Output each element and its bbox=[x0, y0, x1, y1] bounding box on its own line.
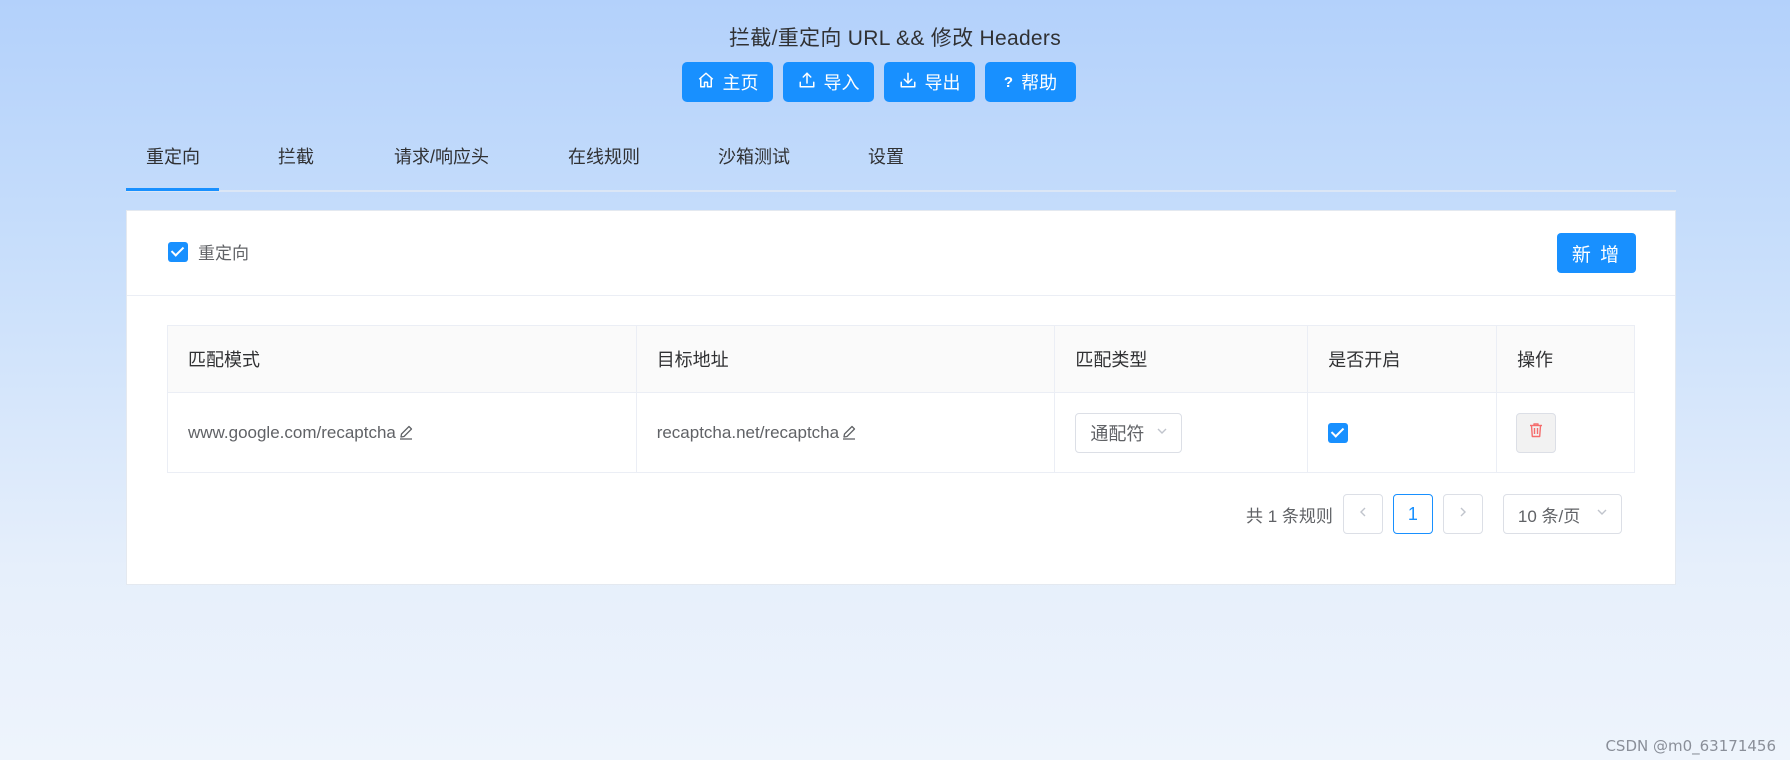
next-page-button[interactable] bbox=[1442, 494, 1483, 534]
tab-bar: 重定向 拦截 请求/响应头 在线规则 沙箱测试 设置 bbox=[126, 146, 1676, 192]
column-header-pattern: 匹配模式 bbox=[167, 325, 637, 393]
total-count: 共 1 条规则 bbox=[1246, 506, 1333, 526]
question-icon: ? bbox=[1003, 73, 1014, 91]
export-button[interactable]: 导出 bbox=[884, 62, 975, 102]
tab-block[interactable]: 拦截 bbox=[278, 146, 314, 190]
target-text: recaptcha.net/recaptcha bbox=[656, 422, 840, 442]
page-title: 拦截/重定向 URL && 修改 Headers bbox=[729, 27, 1061, 50]
chevron-left-icon bbox=[1357, 505, 1369, 523]
tab-settings[interactable]: 设置 bbox=[868, 146, 904, 190]
target-cell: recaptcha.net/recaptcha bbox=[635, 392, 1056, 473]
checkbox-checked-icon bbox=[168, 241, 188, 262]
chevron-down-icon bbox=[1595, 504, 1609, 524]
top-toolbar: 主页 导入 导出 ? 帮助 bbox=[682, 62, 1076, 102]
page-size-select[interactable]: 10 条/页 bbox=[1502, 494, 1622, 534]
home-button-label: 主页 bbox=[722, 73, 759, 93]
tab-sandbox[interactable]: 沙箱测试 bbox=[718, 146, 790, 190]
active-tab-indicator bbox=[126, 188, 219, 191]
enabled-cell bbox=[1307, 392, 1498, 473]
tab-online-rules[interactable]: 在线规则 bbox=[568, 146, 640, 190]
edit-target-icon[interactable] bbox=[841, 424, 857, 440]
pagination: 共 1 条规则 1 10 条/页 bbox=[1246, 494, 1622, 534]
match-type-cell: 通配符 bbox=[1054, 392, 1309, 473]
trash-icon bbox=[1528, 422, 1544, 443]
column-header-actions: 操作 bbox=[1496, 325, 1635, 393]
match-type-select[interactable]: 通配符 bbox=[1075, 412, 1183, 453]
home-icon bbox=[697, 71, 715, 94]
add-rule-button[interactable]: 新 增 bbox=[1557, 233, 1636, 273]
table-header-row: 匹配模式 目标地址 匹配类型 是否开启 操作 bbox=[167, 325, 1635, 393]
actions-cell bbox=[1496, 392, 1635, 473]
column-header-enabled: 是否开启 bbox=[1307, 325, 1498, 393]
delete-rule-button[interactable] bbox=[1516, 412, 1557, 453]
pattern-cell: www.google.com/recaptcha bbox=[167, 392, 637, 473]
tab-headers[interactable]: 请求/响应头 bbox=[394, 146, 489, 190]
export-button-label: 导出 bbox=[924, 73, 961, 93]
home-button[interactable]: 主页 bbox=[682, 62, 773, 102]
chevron-right-icon bbox=[1457, 505, 1469, 523]
redirect-enable-checkbox[interactable]: 重定向 bbox=[168, 239, 249, 264]
download-icon bbox=[899, 71, 917, 94]
redirect-enable-label: 重定向 bbox=[198, 244, 249, 263]
tab-redirect[interactable]: 重定向 bbox=[146, 146, 200, 190]
page-number-button[interactable]: 1 bbox=[1392, 494, 1433, 534]
upload-icon bbox=[798, 71, 816, 94]
watermark: CSDN @m0_63171456 bbox=[1605, 737, 1776, 755]
edit-pattern-icon[interactable] bbox=[398, 424, 414, 440]
page-size-value: 10 条/页 bbox=[1517, 506, 1581, 526]
import-button-label: 导入 bbox=[823, 73, 860, 93]
help-button-label: 帮助 bbox=[1021, 73, 1058, 93]
help-button[interactable]: ? 帮助 bbox=[985, 62, 1076, 102]
chevron-down-icon bbox=[1155, 422, 1169, 443]
column-header-match-type: 匹配类型 bbox=[1054, 325, 1309, 393]
rules-card: 重定向 新 增 匹配模式 目标地址 匹配类型 是否开启 操作 www.googl… bbox=[126, 210, 1676, 585]
card-header: 重定向 新 增 bbox=[127, 211, 1675, 296]
pattern-text: www.google.com/recaptcha bbox=[188, 422, 396, 442]
prev-page-button[interactable] bbox=[1342, 494, 1383, 534]
rules-table: 匹配模式 目标地址 匹配类型 是否开启 操作 www.google.com/re… bbox=[167, 325, 1635, 473]
import-button[interactable]: 导入 bbox=[783, 62, 874, 102]
table-row: www.google.com/recaptcha recaptcha.net/r… bbox=[167, 392, 1635, 473]
match-type-value: 通配符 bbox=[1090, 423, 1145, 444]
column-header-target: 目标地址 bbox=[635, 325, 1056, 393]
rule-enabled-checkbox[interactable] bbox=[1328, 422, 1349, 443]
